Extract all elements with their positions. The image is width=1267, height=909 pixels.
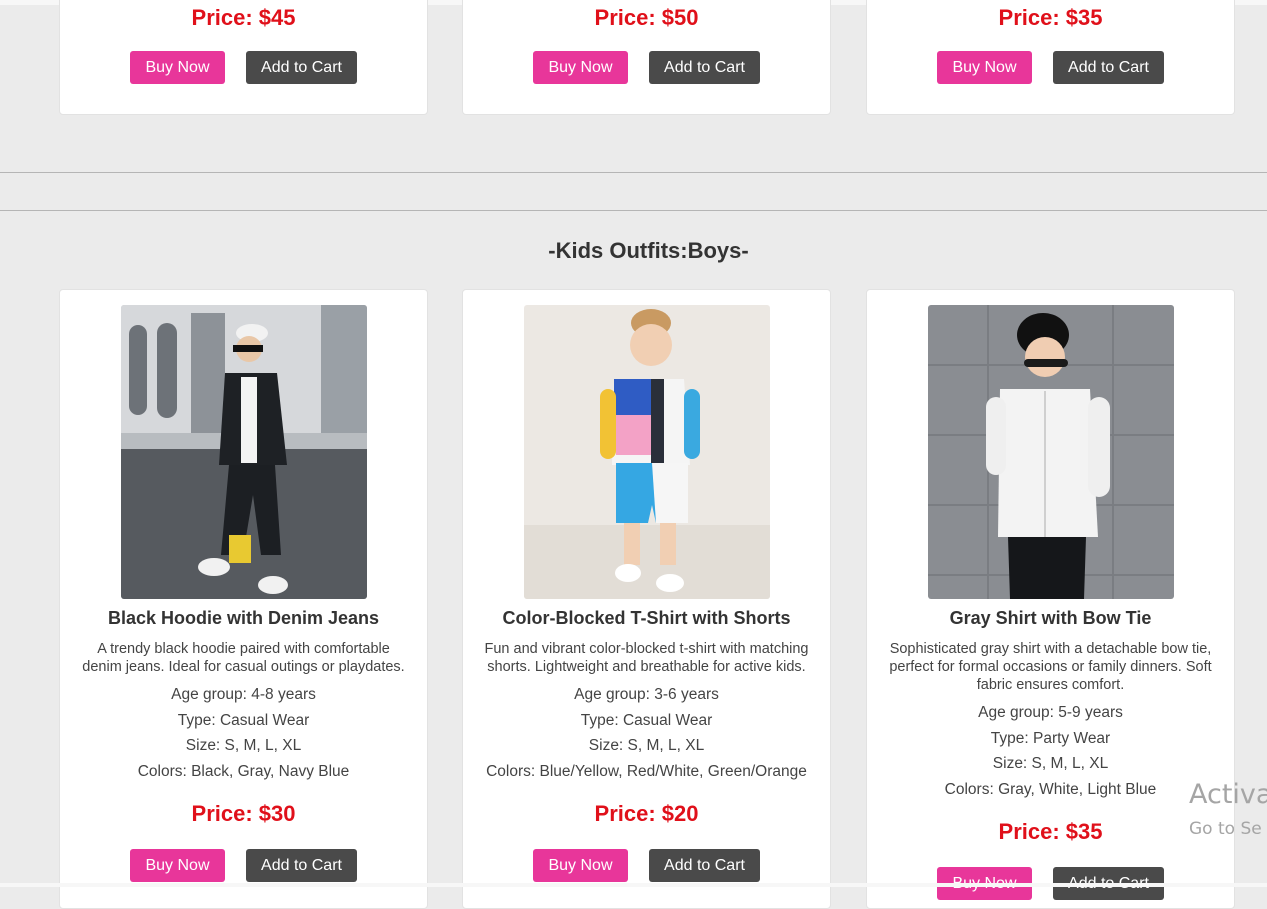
age-group: Age group: 3-6 years bbox=[574, 686, 719, 703]
price-label: Price: $20 bbox=[594, 801, 699, 826]
product-card: Gray Shirt with Bow Tie Sophisticated gr… bbox=[866, 289, 1235, 909]
add-to-cart-button[interactable]: Add to Cart bbox=[246, 51, 357, 84]
price-label: Price: $35 bbox=[998, 5, 1103, 30]
activation-watermark-subtitle: Go to Se bbox=[1189, 819, 1262, 839]
product-card: Black Hoodie with Denim Jeans A trendy b… bbox=[59, 289, 428, 909]
product-card: Price: $45 Buy Now Add to Cart bbox=[59, 0, 428, 115]
sizes: Size: S, M, L, XL bbox=[992, 755, 1109, 772]
product-image-hoodie[interactable] bbox=[120, 305, 367, 599]
price-label: Price: $45 bbox=[191, 5, 296, 30]
product-name: Black Hoodie with Denim Jeans bbox=[107, 608, 380, 628]
product-description: Fun and vibrant color-blocked t-shirt wi… bbox=[484, 641, 809, 675]
price-label: Price: $50 bbox=[594, 5, 699, 30]
colors: Colors: Blue/Yellow, Red/White, Green/Or… bbox=[486, 762, 807, 780]
product-card: Price: $50 Buy Now Add to Cart bbox=[462, 0, 831, 115]
product-card: Color-Blocked T-Shirt with Shorts Fun an… bbox=[462, 289, 831, 909]
colors: Colors: Black, Gray, Navy Blue bbox=[137, 762, 350, 780]
product-description: A trendy black hoodie paired with comfor… bbox=[82, 641, 405, 675]
price-label: Price: $30 bbox=[191, 801, 296, 826]
sizes: Size: S, M, L, XL bbox=[185, 737, 302, 754]
wear-type: Type: Casual Wear bbox=[580, 711, 713, 729]
buy-now-button[interactable]: Buy Now bbox=[533, 51, 628, 84]
section-title: -Kids Outfits:Boys- bbox=[548, 238, 749, 263]
product-name: Gray Shirt with Bow Tie bbox=[949, 608, 1152, 628]
buy-now-button[interactable]: Buy Now bbox=[130, 51, 225, 84]
buy-now-button[interactable]: Buy Now bbox=[533, 849, 628, 882]
add-to-cart-button[interactable]: Add to Cart bbox=[649, 51, 760, 84]
bottom-strip bbox=[0, 883, 1267, 887]
activation-watermark-title: Activa bbox=[1189, 779, 1267, 810]
product-card: Price: $35 Buy Now Add to Cart bbox=[866, 0, 1235, 115]
wear-type: Type: Casual Wear bbox=[177, 711, 310, 729]
product-description: Sophisticated gray shirt with a detachab… bbox=[889, 641, 1212, 693]
section-divider bbox=[0, 210, 1267, 211]
product-image-tshirt[interactable] bbox=[523, 305, 770, 599]
buy-now-button[interactable]: Buy Now bbox=[130, 849, 225, 882]
age-group: Age group: 5-9 years bbox=[978, 704, 1123, 721]
add-to-cart-button[interactable]: Add to Cart bbox=[649, 849, 760, 882]
wear-type: Type: Party Wear bbox=[990, 729, 1111, 747]
add-to-cart-button[interactable]: Add to Cart bbox=[246, 849, 357, 882]
price-label: Price: $35 bbox=[998, 819, 1103, 844]
section-divider bbox=[0, 172, 1267, 173]
product-image-shirt[interactable] bbox=[927, 305, 1174, 599]
add-to-cart-button[interactable]: Add to Cart bbox=[1053, 51, 1164, 84]
sizes: Size: S, M, L, XL bbox=[588, 737, 705, 754]
age-group: Age group: 4-8 years bbox=[171, 686, 316, 703]
product-name: Color-Blocked T-Shirt with Shorts bbox=[502, 608, 791, 628]
colors: Colors: Gray, White, Light Blue bbox=[944, 780, 1157, 798]
buy-now-button[interactable]: Buy Now bbox=[937, 51, 1032, 84]
